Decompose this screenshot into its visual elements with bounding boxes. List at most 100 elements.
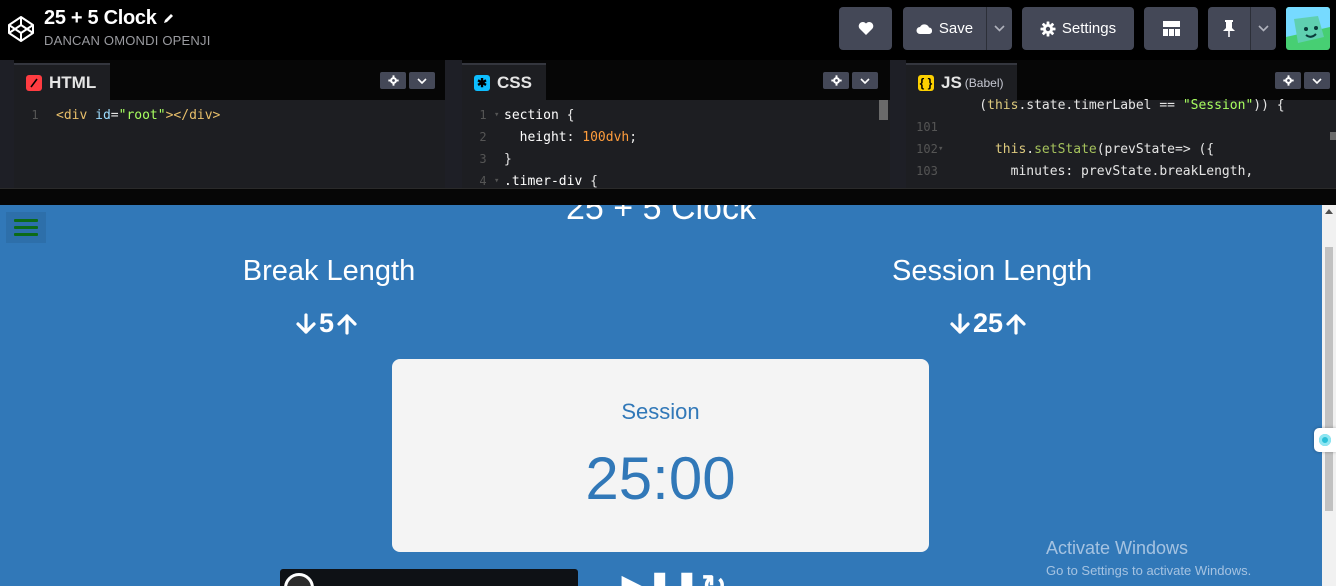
pin-options-dropdown[interactable] <box>1250 7 1276 50</box>
timer-display: Session 25:00 <box>392 359 929 552</box>
css-code-area[interactable]: 1 ▾ section {2 height: 100dvh; 3} 4 ▾ .timer-d… <box>462 100 890 189</box>
pen-author[interactable]: DANCAN OMONDI OPENJI <box>44 33 211 48</box>
js-collapse-button[interactable] <box>1304 72 1330 89</box>
html-code-area[interactable]: 1 <div id = "root" ></div> <box>14 100 445 188</box>
css-scrollbar[interactable] <box>879 100 888 120</box>
js-badge-icon: { } <box>918 74 934 91</box>
code-line[interactable]: (this .state.timerLabel == "Session")) { <box>906 95 1284 115</box>
tab-js-label: JS <box>941 72 962 92</box>
fold-arrow-icon[interactable]: ▾ <box>494 110 502 120</box>
break-length-control: 5 <box>295 308 358 339</box>
code-token: . <box>1026 141 1035 157</box>
code-line[interactable]: 101 <box>906 117 948 137</box>
scroll-up-arrow-icon[interactable] <box>1325 209 1333 214</box>
html-collapse-button[interactable] <box>409 72 435 89</box>
gear-icon <box>830 75 842 86</box>
edit-pencil-icon[interactable] <box>162 12 175 25</box>
top-header: 25 + 5 Clock DANCAN OMONDI OPENJI Save S… <box>0 0 1336 60</box>
save-button[interactable]: Save <box>903 7 986 50</box>
html-badge-icon <box>26 74 42 91</box>
code-token: <div <box>56 107 96 123</box>
line-number: 1 <box>31 108 39 122</box>
chevron-down-icon <box>860 77 870 84</box>
break-increment-button[interactable] <box>336 312 358 336</box>
code-line[interactable]: 3} <box>462 149 512 169</box>
css-collapse-button[interactable] <box>852 72 878 89</box>
codepen-logo-icon[interactable] <box>6 14 36 44</box>
css-settings-button[interactable] <box>823 72 849 89</box>
code-line[interactable]: 102 ▾ this. setState (prevState=> ({ <box>906 139 1214 159</box>
result-preview: 25 + 5 Clock Break Length 5 Session Leng… <box>0 205 1322 586</box>
code-token: = <box>110 107 119 123</box>
code-line[interactable]: 103 minutes: prevState.breakLength, <box>906 161 1253 181</box>
code-token: } <box>504 151 512 167</box>
js-settings-button[interactable] <box>1275 72 1301 89</box>
gear-icon <box>1040 21 1056 36</box>
heart-icon <box>858 21 873 35</box>
save-options-dropdown[interactable] <box>986 7 1012 50</box>
settings-button[interactable]: Settings <box>1022 7 1134 50</box>
html-settings-button[interactable] <box>380 72 406 89</box>
pin-button[interactable] <box>1208 7 1250 50</box>
js-code-area[interactable]: (this .state.timerLabel == "Session")) { 1… <box>906 98 1336 188</box>
session-increment-button[interactable] <box>1005 312 1027 336</box>
session-length-value: 25 <box>973 308 1004 338</box>
love-button[interactable] <box>839 7 892 50</box>
tab-html-label: HTML <box>49 72 97 92</box>
pen-title-block: 25 + 5 Clock DANCAN OMONDI OPENJI <box>44 7 211 48</box>
floating-media-bar[interactable] <box>280 569 578 586</box>
editor-resize-handle[interactable] <box>0 188 1336 205</box>
break-length-label: Break Length <box>242 255 416 287</box>
css-editor-header: ✱ CSS <box>462 60 890 100</box>
js-editor-header: { } JS (Babel) <box>906 60 1336 100</box>
session-decrement-button[interactable] <box>949 312 971 336</box>
code-line[interactable]: 1 <div id = "root" ></div> <box>14 105 220 125</box>
pen-title[interactable]: 25 + 5 Clock <box>44 7 211 30</box>
code-line[interactable]: 2 height: 100dvh; <box>462 127 637 147</box>
tab-css-label: CSS <box>497 72 532 92</box>
layout-icon <box>1162 21 1180 36</box>
code-token: height <box>504 129 567 145</box>
code-line[interactable]: 1 ▾ section { <box>462 105 574 125</box>
session-length-control: 25 <box>949 308 1027 339</box>
code-token: "Session" <box>1182 97 1254 113</box>
floating-assistant-icon[interactable] <box>1314 428 1336 452</box>
cloud-icon <box>916 23 932 34</box>
html-editor-header: HTML <box>14 60 445 100</box>
pen-title-text: 25 + 5 Clock <box>44 7 157 29</box>
code-token: minutes: prevState.breakLength, <box>948 163 1254 179</box>
scrollbar-thumb[interactable] <box>1325 247 1333 511</box>
chevron-down-icon <box>1312 77 1322 84</box>
settings-button-label: Settings <box>1061 20 1117 37</box>
gear-icon <box>1282 75 1294 86</box>
chevron-down-icon <box>1258 25 1269 32</box>
tab-html[interactable]: HTML <box>14 63 111 100</box>
user-avatar[interactable] <box>1286 7 1330 50</box>
preview-scrollbar[interactable] <box>1322 205 1336 586</box>
timer-controls[interactable]: ▶❚❚↻ <box>622 569 728 586</box>
fold-arrow-icon[interactable]: ▾ <box>938 144 946 154</box>
code-token: ; <box>629 129 638 145</box>
save-button-label: Save <box>938 20 974 37</box>
change-view-button[interactable] <box>1144 7 1198 50</box>
line-number: 101 <box>916 120 938 134</box>
code-line[interactable]: 4 ▾ .timer-div { <box>462 171 598 189</box>
js-scrollbar[interactable] <box>1330 132 1336 140</box>
windows-activation-watermark: Activate Windows Go to Settings to activ… <box>1046 538 1251 578</box>
session-length-label: Session Length <box>892 255 1092 287</box>
tab-css[interactable]: ✱ CSS <box>462 63 546 100</box>
fold-arrow-icon[interactable]: ▾ <box>494 176 502 186</box>
css-editor-pane: ✱ CSS 1 ▾ section {2 height: 100dvh; 3} 4 ▾ .t… <box>462 60 890 188</box>
gear-icon <box>387 75 399 86</box>
js-editor-pane: { } JS (Babel) (this .state.timerLabel ==… <box>906 60 1336 188</box>
tab-js-sublabel: (Babel) <box>964 75 1004 90</box>
line-number: 3 <box>479 152 487 166</box>
chevron-down-icon <box>994 25 1005 32</box>
app-title: 25 + 5 Clock <box>566 205 756 227</box>
code-token: id <box>95 107 111 123</box>
break-length-value: 5 <box>319 308 335 338</box>
break-decrement-button[interactable] <box>295 312 317 336</box>
html-editor-pane: HTML 1 <div id = "root" ></div> <box>14 60 445 188</box>
code-token: "root" <box>118 107 166 123</box>
